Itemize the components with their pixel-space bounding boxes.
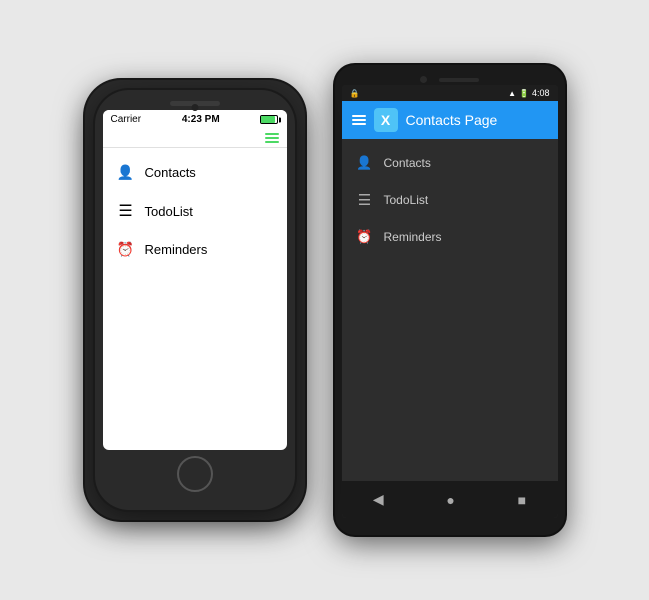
- ios-todolist-label: TodoList: [145, 204, 193, 219]
- ios-menu-item-contacts[interactable]: 👤 Contacts: [103, 154, 287, 191]
- android-app-letter: X: [381, 112, 390, 128]
- android-recents-button[interactable]: ■: [508, 490, 536, 510]
- ios-contacts-icon: 👤: [117, 164, 135, 181]
- android-contacts-label: Contacts: [384, 156, 431, 170]
- android-todolist-label: TodoList: [384, 193, 429, 207]
- android-signal-icon: ▲: [508, 89, 516, 98]
- android-menu-item-contacts[interactable]: 👤 Contacts: [342, 145, 558, 181]
- android-status-bar: 🔒 ▲ 🔋 4:08: [342, 85, 558, 101]
- ios-phone: Carrier 4:23 PM: [85, 80, 305, 520]
- android-hamburger-button[interactable]: [352, 115, 366, 125]
- ios-camera: [191, 104, 198, 111]
- ios-menu-item-reminders[interactable]: ⏰ Reminders: [103, 231, 287, 268]
- android-menu-item-todolist[interactable]: ☰ TodoList: [342, 181, 558, 219]
- android-home-button[interactable]: ●: [436, 490, 464, 510]
- android-toolbar: X Contacts Page: [342, 101, 558, 139]
- ios-carrier: Carrier: [111, 114, 142, 125]
- ios-battery: [260, 115, 278, 124]
- android-menu-item-reminders[interactable]: ⏰ Reminders: [342, 219, 558, 255]
- android-app-icon: X: [374, 108, 398, 132]
- android-bottom-bar: [342, 518, 558, 528]
- ios-home-button[interactable]: [177, 456, 213, 492]
- android-nav-bar: ◀ ● ■: [342, 481, 558, 518]
- android-front-camera: [420, 76, 427, 83]
- android-screen: 🔒 ▲ 🔋 4:08 X Contacts Page 👤 C: [342, 85, 558, 518]
- android-hamburger-line-2: [352, 119, 366, 121]
- hamburger-line-2: [265, 137, 279, 139]
- android-status-left: 🔒: [350, 89, 360, 98]
- android-todolist-icon: ☰: [356, 191, 374, 209]
- android-status-right: ▲ 🔋 4:08: [508, 88, 549, 98]
- ios-reminders-icon: ⏰: [117, 241, 135, 258]
- android-hamburger-line-1: [352, 115, 366, 117]
- ios-screen: Carrier 4:23 PM: [103, 110, 287, 450]
- android-toolbar-title: Contacts Page: [406, 112, 498, 128]
- ios-menu-item-todolist[interactable]: ☰ TodoList: [103, 191, 287, 231]
- ios-nav-bar: [103, 129, 287, 148]
- ios-battery-area: [260, 115, 278, 124]
- android-hamburger-line-3: [352, 123, 366, 125]
- ios-hamburger-button[interactable]: [265, 133, 279, 143]
- android-top-bar: [342, 72, 558, 85]
- android-lock-icon: 🔒: [350, 89, 360, 98]
- android-content: 👤 Contacts ☰ TodoList ⏰ Reminders: [342, 139, 558, 481]
- ios-menu-list: 👤 Contacts ☰ TodoList ⏰ Reminders: [103, 148, 287, 274]
- ios-status-bar: Carrier 4:23 PM: [103, 110, 287, 129]
- android-contacts-icon: 👤: [356, 155, 374, 171]
- ios-battery-fill: [261, 116, 275, 123]
- ios-time: 4:23 PM: [182, 114, 220, 125]
- android-battery-icon: 🔋: [519, 89, 529, 98]
- android-time: 4:08: [532, 88, 550, 98]
- hamburger-line-1: [265, 133, 279, 135]
- android-reminders-label: Reminders: [384, 230, 442, 244]
- ios-reminders-label: Reminders: [145, 242, 208, 257]
- hamburger-line-3: [265, 141, 279, 143]
- ios-contacts-label: Contacts: [145, 165, 196, 180]
- android-reminders-icon: ⏰: [356, 229, 374, 245]
- android-back-button[interactable]: ◀: [363, 489, 394, 510]
- ios-todolist-icon: ☰: [117, 201, 135, 221]
- android-speaker: [439, 78, 479, 82]
- android-phone: 🔒 ▲ 🔋 4:08 X Contacts Page 👤 C: [335, 65, 565, 535]
